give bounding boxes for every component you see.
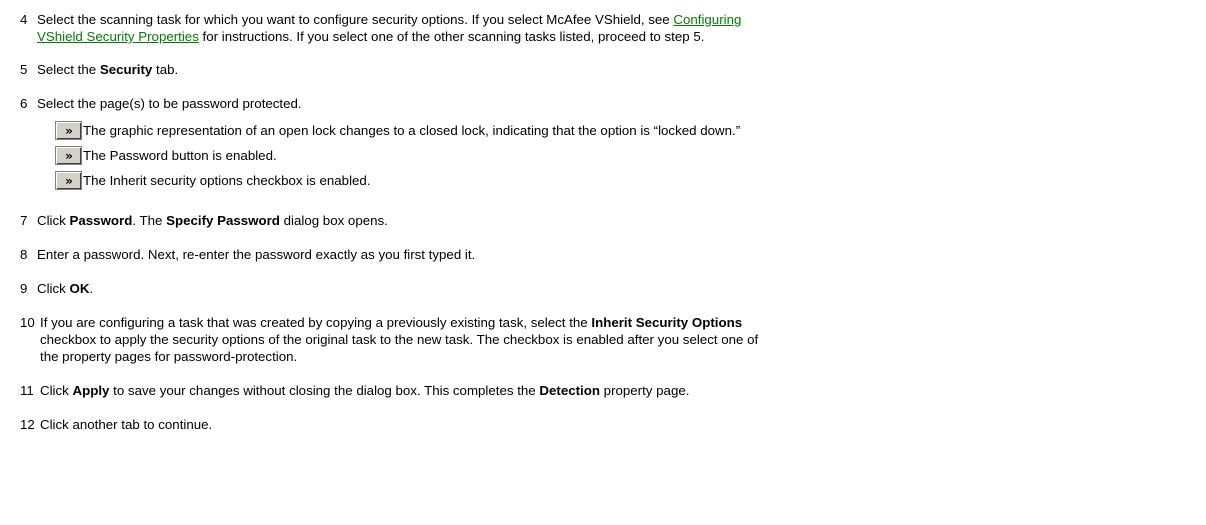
step-number: 9 [20, 281, 28, 296]
step-5-post: tab. [152, 62, 179, 77]
step-11-pre: Click [40, 383, 73, 398]
note-glyph: » [65, 173, 73, 188]
note-glyph: » [65, 123, 73, 138]
double-chevron-right-icon: » [55, 146, 82, 165]
step-4-text-b: for instructions. If you select one of t… [198, 29, 705, 44]
note-text: The Password button is enabled. [83, 148, 277, 163]
detection-term: Detection [539, 383, 600, 398]
step-text: Select the scanning task for which you w… [37, 11, 741, 28]
step-10-line2: checkbox to apply the security options o… [40, 332, 759, 347]
step-number: 4 [20, 12, 28, 27]
step-7-pre: Click [37, 213, 70, 228]
step-text: Click Apply to save your changes without… [40, 382, 689, 399]
step-number: 12 [20, 417, 35, 432]
step-10-line3: the property pages for password-protecti… [40, 349, 298, 364]
step-4: 4 Select the scanning task for which you… [20, 11, 1196, 45]
double-chevron-right-icon: » [55, 171, 82, 190]
step-9-post: . [89, 281, 94, 296]
inherit-security-options-term: Inherit Security Options [591, 315, 743, 330]
step-text: Enter a password. Next, re-enter the pas… [37, 247, 476, 262]
step-11-mid: to save your changes without closing the… [109, 383, 540, 398]
step-text: If you are configuring a task that was c… [40, 314, 742, 331]
step-11-post: property page. [599, 383, 690, 398]
step-10-pre: If you are configuring a task that was c… [40, 315, 592, 330]
step-10: 10 If you are configuring a task that wa… [20, 314, 1196, 365]
step-7-post: dialog box opens. [279, 213, 388, 228]
configuring-vshield-link-part1[interactable]: Configuring [673, 12, 741, 27]
step-4-text-a: Select the scanning task for which you w… [37, 12, 674, 27]
step-text: Select the page(s) to be password protec… [37, 96, 302, 111]
step-text: Select the Security tab. [37, 61, 178, 78]
step-number: 8 [20, 247, 28, 262]
note-glyph: » [65, 148, 73, 163]
note-text: The Inherit security options checkbox is… [83, 173, 371, 188]
apply-term: Apply [72, 383, 110, 398]
step-number: 5 [20, 62, 28, 77]
step-text: Click OK. [37, 280, 93, 297]
step-4-line2: VShield Security Properties for instruct… [37, 28, 704, 45]
step-number: 11 [20, 383, 34, 398]
step-number: 7 [20, 213, 28, 228]
note-text: The graphic representation of an open lo… [83, 123, 741, 138]
step-text: Click another tab to continue. [40, 417, 213, 432]
step-number: 10 [20, 315, 35, 330]
step-9-pre: Click [37, 281, 70, 296]
step-5-pre: Select the [37, 62, 100, 77]
step-number: 6 [20, 96, 28, 111]
step-text: Click Password. The Specify Password dia… [37, 212, 388, 229]
security-tab-term: Security [99, 62, 153, 77]
step-7-mid: . The [132, 213, 167, 228]
password-term: Password [69, 213, 133, 228]
double-chevron-right-icon: » [55, 121, 82, 140]
specify-password-term: Specify Password [166, 213, 280, 228]
ok-term: OK [69, 281, 90, 296]
configuring-vshield-link-part2[interactable]: VShield Security Properties [37, 29, 199, 44]
